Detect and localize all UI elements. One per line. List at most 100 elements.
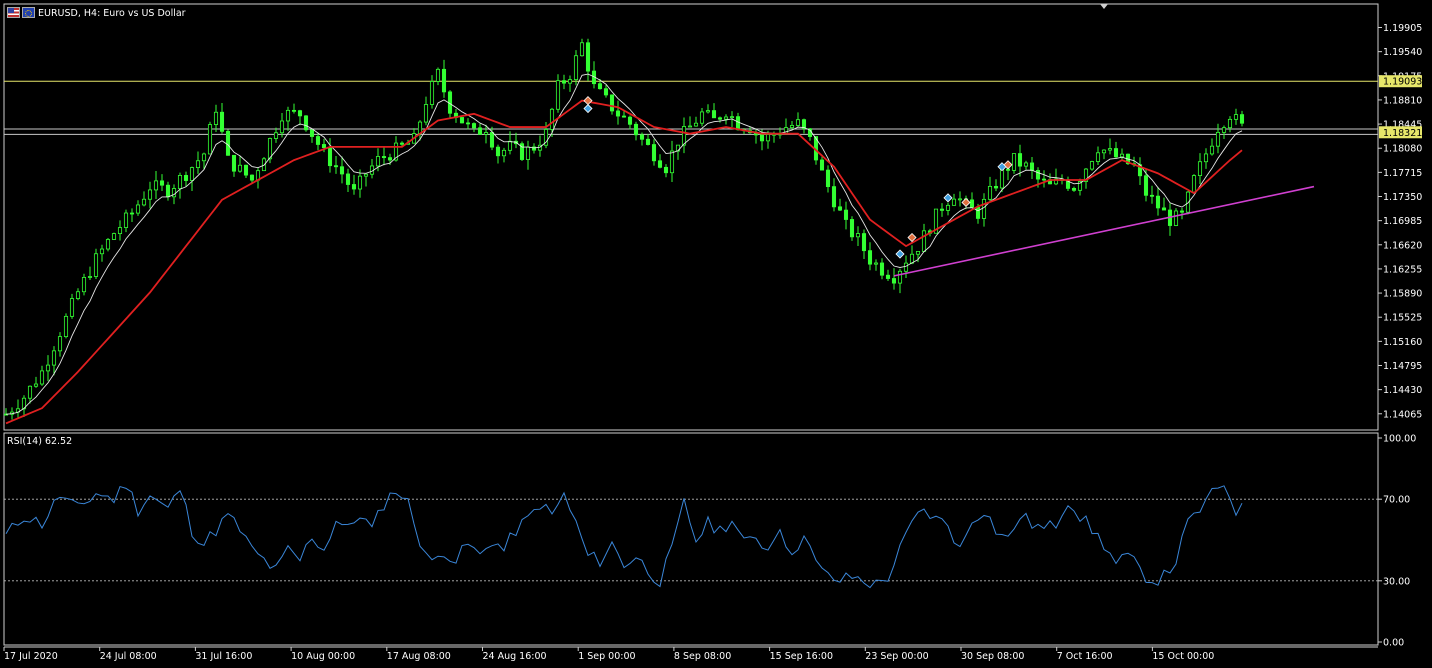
- candle-body: [1227, 118, 1233, 129]
- time-axis: 17 Jul 2020 24 Jul 08:00 31 Jul 16:00 10 Au…: [3, 647, 1214, 662]
- time-tick-label: 10 Aug 00:00: [291, 651, 355, 662]
- candle-body: [363, 173, 369, 177]
- candle-body: [105, 239, 111, 250]
- candle-body: [1017, 153, 1023, 167]
- candle-body: [471, 123, 477, 129]
- price-tick-label: 1.19540: [1383, 47, 1422, 58]
- candle-body: [171, 188, 177, 198]
- candle-body: [891, 278, 897, 284]
- candle-body: [669, 150, 675, 174]
- candle-body: [987, 185, 993, 200]
- candle-body: [645, 138, 651, 145]
- candle-body: [1179, 210, 1185, 213]
- candle-body: [1155, 195, 1161, 209]
- candle-body: [249, 174, 255, 181]
- candle-body: [1119, 153, 1125, 158]
- candle-body: [561, 80, 567, 84]
- ma-slow-line: [5, 99, 1243, 425]
- trendline-layer[interactable]: [893, 185, 1315, 277]
- candle-body: [465, 122, 471, 125]
- candle-body: [1197, 161, 1203, 177]
- candle-body: [243, 164, 249, 176]
- candle-body: [711, 110, 717, 119]
- price-tick-label: 1.18810: [1383, 95, 1422, 106]
- time-tick-label: 30 Sep 08:00: [961, 651, 1024, 662]
- time-tick-label: 1 Sep 00:00: [578, 651, 635, 662]
- candle-body: [435, 68, 441, 82]
- chart-canvas[interactable]: 1.199051.195401.191751.188101.184451.180…: [0, 0, 1432, 668]
- candle-body: [309, 129, 315, 137]
- candle-body: [1203, 153, 1209, 163]
- candle-body: [999, 168, 1005, 189]
- candle-body: [621, 115, 627, 118]
- candle-body: [945, 204, 951, 211]
- candles: [3, 38, 1245, 420]
- price-tick-label: 1.16255: [1383, 264, 1422, 275]
- candle-body: [609, 94, 615, 112]
- candle-body: [381, 156, 387, 159]
- candle-body: [825, 169, 831, 188]
- candle-body: [159, 180, 165, 186]
- candle-body: [303, 115, 309, 131]
- candle-body: [441, 68, 447, 93]
- candle-body: [819, 159, 825, 171]
- candle-body: [357, 175, 363, 190]
- rsi-tick-label: 30.00: [1383, 576, 1410, 587]
- candle-body: [1239, 114, 1245, 124]
- candle-body: [837, 206, 843, 211]
- candle-body: [27, 385, 33, 399]
- candle-body: [495, 146, 501, 157]
- candle-body: [975, 206, 981, 219]
- candle-body: [279, 120, 285, 134]
- candle-body: [285, 109, 291, 122]
- candle-body: [99, 248, 105, 255]
- candle-body: [921, 230, 927, 252]
- candle-body: [687, 125, 693, 128]
- symbol-title: EURUSD, H4: Euro vs US Dollar: [38, 8, 186, 19]
- candle-body: [993, 185, 999, 189]
- time-tick-label: 15 Oct 00:00: [1152, 651, 1214, 662]
- candle-body: [555, 80, 561, 110]
- candle-body: [1221, 127, 1227, 133]
- moving-averages: [5, 73, 1243, 425]
- time-tick-label: 24 Aug 16:00: [483, 651, 547, 662]
- price-tick-label: 1.19905: [1383, 23, 1422, 34]
- trendline[interactable]: [893, 185, 1315, 277]
- candle-body: [141, 198, 147, 206]
- candle-body: [1029, 162, 1035, 171]
- candle-body: [129, 212, 135, 215]
- signal-marker-sell: [583, 96, 593, 106]
- price-tick-label: 1.16985: [1383, 216, 1422, 227]
- rsi-panel-frame: [3, 432, 1379, 646]
- candle-body: [51, 350, 57, 366]
- candle-body: [633, 123, 639, 136]
- candle-body: [603, 88, 609, 96]
- price-tick-label: 1.14065: [1383, 409, 1422, 420]
- candle-body: [1095, 152, 1101, 162]
- candle-body: [1191, 175, 1197, 193]
- candle-body: [477, 127, 483, 135]
- price-tick-label: 1.15890: [1383, 289, 1422, 300]
- rsi-layer: [4, 485, 1378, 589]
- candle-body: [627, 116, 633, 125]
- time-tick-label: 24 Jul 08:00: [100, 651, 157, 662]
- candle-body: [75, 291, 81, 299]
- time-tick-label: 17 Aug 08:00: [387, 651, 451, 662]
- candle-body: [981, 198, 987, 219]
- rsi-line: [5, 485, 1243, 589]
- candle-body: [615, 110, 621, 117]
- candle-body: [951, 198, 957, 206]
- candle-body: [135, 204, 141, 214]
- candle-body: [681, 126, 687, 146]
- signal-marker-buy: [583, 103, 593, 114]
- shift-marker-icon[interactable]: [1100, 4, 1108, 9]
- candle-body: [1071, 187, 1077, 191]
- candle-body: [33, 383, 39, 387]
- price-tick-label: 1.14795: [1383, 361, 1422, 372]
- candle-body: [1107, 148, 1113, 151]
- candle-body: [1149, 194, 1155, 197]
- candle-body: [483, 132, 489, 135]
- candle-body: [333, 165, 339, 168]
- candle-body: [489, 132, 495, 148]
- candle-body: [147, 189, 153, 200]
